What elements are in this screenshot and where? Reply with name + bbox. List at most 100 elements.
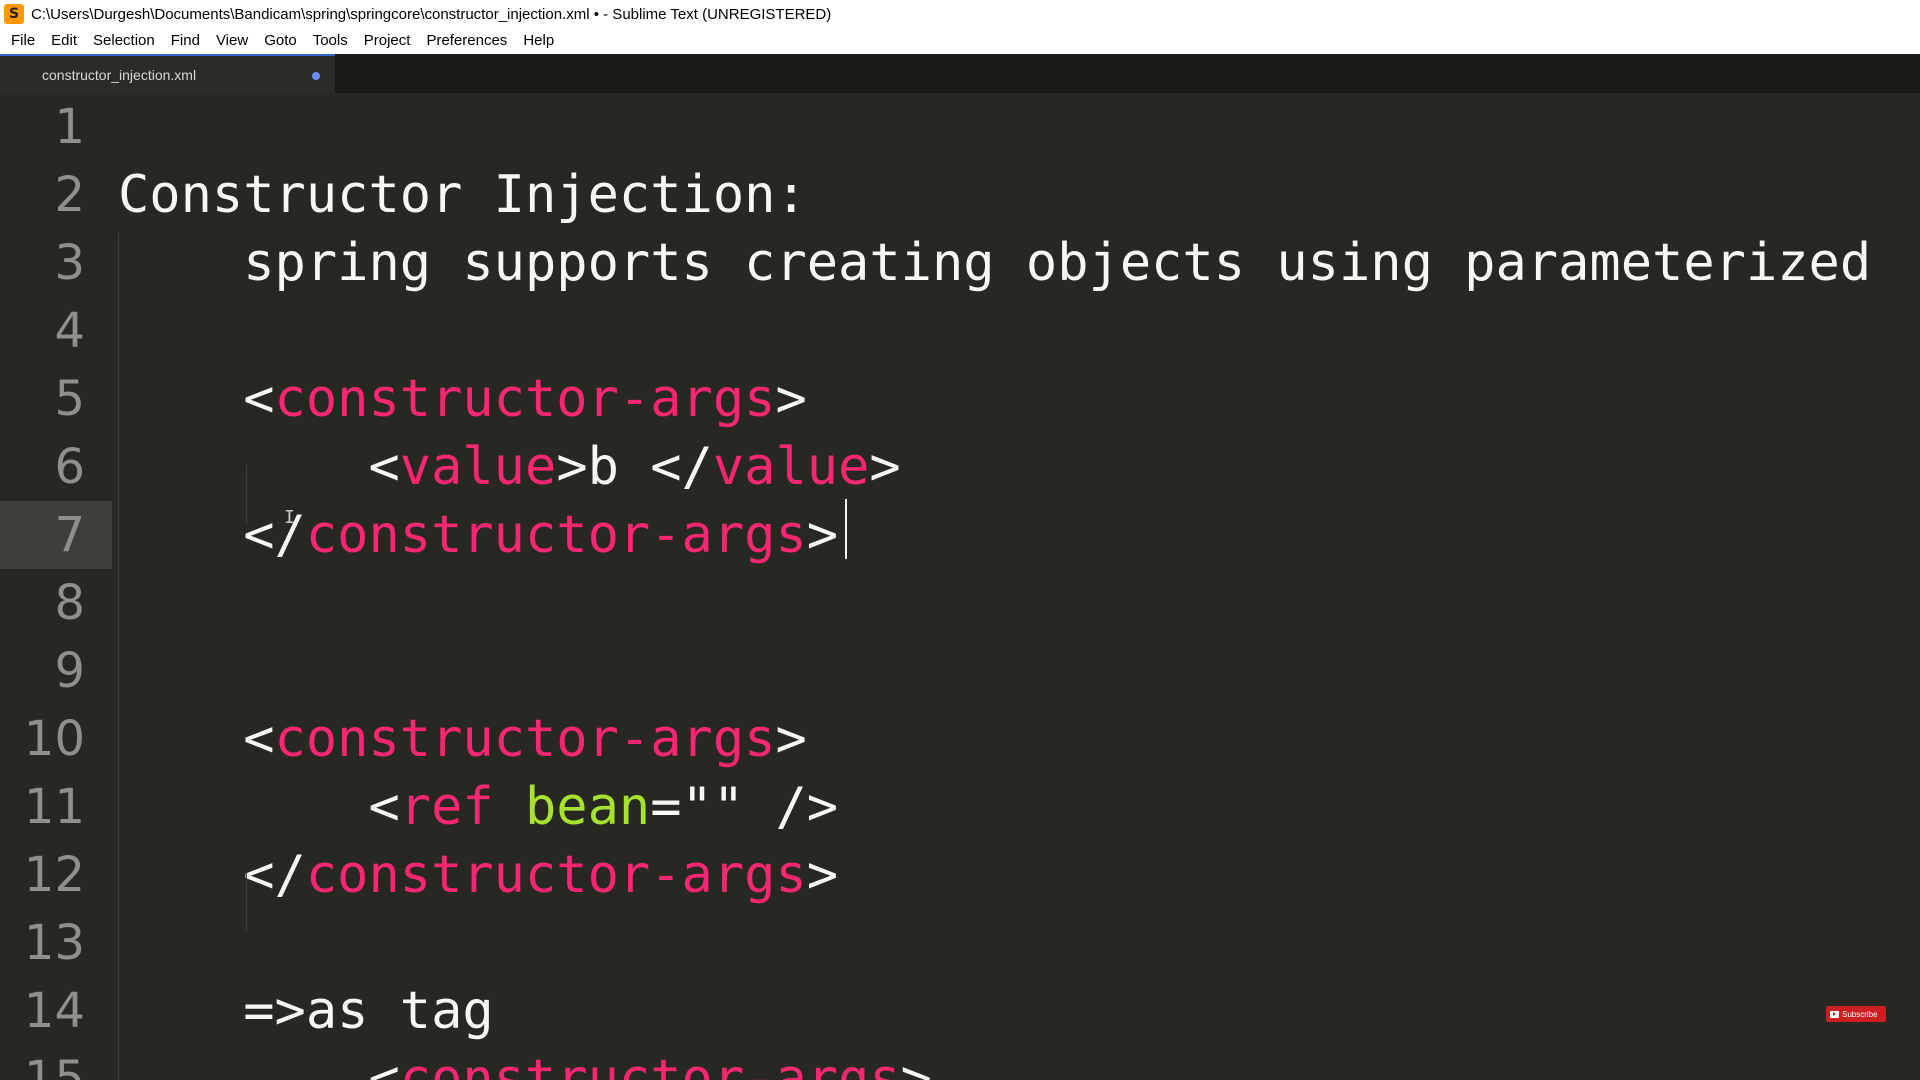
code-text: <value>b </value> [118,433,901,501]
xml-tag-name: constructor-args [399,1049,901,1080]
menu-bar: File Edit Selection Find View Goto Tools… [0,28,1920,54]
line-number: 11 [23,779,85,835]
xml-tag-name: ref [399,777,494,837]
code-token: </ [118,845,306,905]
line-number: 4 [54,303,85,359]
tab-label: constructor_injection.xml [42,66,197,83]
line-number: 1 [54,99,85,155]
sublime-text-icon: S [4,4,24,24]
code-line[interactable]: 4 [0,297,1920,365]
menu-selection[interactable]: Selection [85,28,163,54]
code-line[interactable]: 13 [0,909,1920,977]
line-gutter[interactable]: 9 [0,637,112,705]
line-gutter[interactable]: 6 [0,433,112,501]
line-gutter[interactable]: 3 [0,229,112,297]
code-text: <constructor-args> [118,705,807,773]
code-token: Constructor Injection: [118,165,807,225]
subscribe-watermark[interactable]: Subscribe [1826,1006,1886,1022]
xml-tag-name: value [712,437,870,497]
code-token: < [118,777,400,837]
xml-attribute: bean [525,777,651,837]
code-token: > [806,505,839,565]
code-text: =>as tag [118,977,494,1045]
indent-guide [118,233,119,1080]
xml-tag-name: constructor-args [274,709,776,769]
code-text: </constructor-args> [118,501,838,569]
line-number: 7 [54,507,85,563]
code-line[interactable]: 3 spring supports creating objects using… [0,229,1920,297]
code-line[interactable]: 14 =>as tag [0,977,1920,1045]
unsaved-dot-icon[interactable] [312,72,320,80]
code-line[interactable]: 2 Constructor Injection: [0,161,1920,229]
line-gutter[interactable]: 7 [0,501,112,569]
text-cursor [845,499,847,559]
tab-constructor-injection[interactable]: constructor_injection.xml [0,54,335,93]
code-text: spring supports creating objects using p… [118,229,1871,297]
line-gutter[interactable]: 10 [0,705,112,773]
line-number: 9 [54,643,85,699]
code-text: <ref bean="" /> [118,773,838,841]
menu-project[interactable]: Project [356,28,419,54]
menu-find[interactable]: Find [163,28,208,54]
code-token: < [118,1049,400,1080]
code-line[interactable]: 1 [0,93,1920,161]
code-token: < [118,369,275,429]
line-number: 3 [54,235,85,291]
menu-file[interactable]: File [3,28,43,54]
code-token: > [900,1049,932,1080]
code-text: <constructor-args> [118,1045,932,1080]
code-line[interactable]: 8 [0,569,1920,637]
code-line[interactable]: 9 [0,637,1920,705]
code-token: > [869,437,901,497]
line-gutter[interactable]: 4 [0,297,112,365]
code-token: < [118,437,400,497]
code-text: <constructor-args> [118,365,807,433]
line-number: 2 [54,167,85,223]
code-token: > [775,369,807,429]
menu-help[interactable]: Help [515,28,562,54]
xml-tag-name: constructor-args [274,369,776,429]
code-line[interactable]: 12 </constructor-args> [0,841,1920,909]
line-gutter[interactable]: 12 [0,841,112,909]
title-bar: S C:\Users\Durgesh\Documents\Bandicam\sp… [0,0,1920,28]
line-gutter[interactable]: 1 [0,93,112,161]
line-gutter[interactable]: 8 [0,569,112,637]
menu-tools[interactable]: Tools [305,28,356,54]
code-line[interactable]: 15 <constructor-args> [0,1045,1920,1080]
line-gutter[interactable]: 14 [0,977,112,1045]
xml-tag-name: constructor-args [305,845,807,905]
code-line[interactable]: 6 <value>b </value> [0,433,1920,501]
code-line[interactable]: 11 <ref bean="" /> [0,773,1920,841]
code-text: </constructor-args> [118,841,838,909]
line-gutter[interactable]: 11 [0,773,112,841]
subscribe-label: Subscribe [1842,1009,1878,1019]
menu-goto[interactable]: Goto [256,28,305,54]
line-gutter[interactable]: 2 [0,161,112,229]
youtube-play-icon [1830,1010,1839,1018]
line-number: 14 [23,983,85,1039]
line-gutter[interactable]: 15 [0,1045,112,1080]
code-token: ="" /> [650,777,839,837]
menu-preferences[interactable]: Preferences [418,28,515,54]
line-number: 10 [23,711,85,767]
code-line[interactable]: 10 <constructor-args> [0,705,1920,773]
line-gutter[interactable]: 5 [0,365,112,433]
xml-tag-name: constructor-args [305,505,807,565]
line-gutter[interactable]: 13 [0,909,112,977]
code-token: spring supports creating objects using p… [118,233,1872,293]
window-title: C:\Users\Durgesh\Documents\Bandicam\spri… [31,5,832,23]
line-number: 8 [54,575,85,631]
code-text: Constructor Injection: [118,161,807,229]
mouse-ibeam-icon: I [284,507,295,528]
xml-tag-name: value [399,437,557,497]
code-token: < [118,709,275,769]
menu-edit[interactable]: Edit [43,28,85,54]
code-token: </ [118,505,306,565]
code-line[interactable]: 5 <constructor-args> [0,365,1920,433]
code-editor[interactable]: 1 2 Constructor Injection: 3 spring support… [0,93,1920,1080]
code-token: =>as tag [118,981,494,1041]
indent-guide [246,465,247,525]
line-number: 12 [23,847,85,903]
menu-view[interactable]: View [208,28,256,54]
